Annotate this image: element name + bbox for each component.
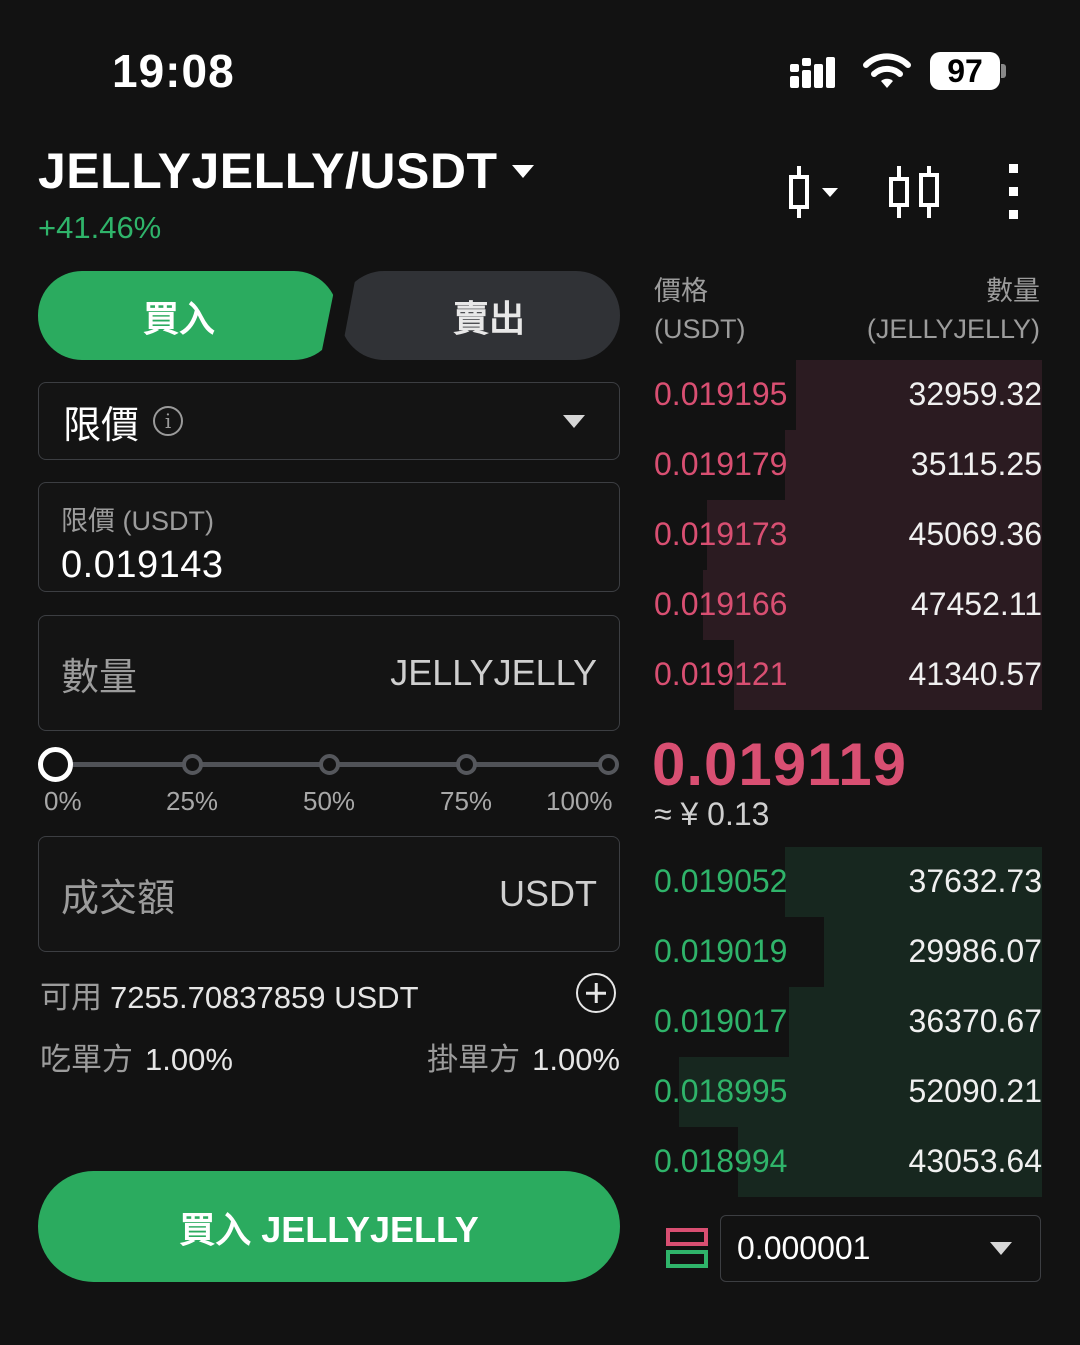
tab-buy[interactable]: 買入 [38, 271, 338, 360]
order-type-select[interactable]: 限價 i [38, 382, 620, 460]
bid-qty: 43053.64 [908, 1143, 1042, 1179]
ask-row[interactable]: 0.019121 41340.57 [652, 640, 1042, 710]
quantity-unit: JELLYJELLY [390, 652, 597, 693]
quantity-input[interactable]: 數量 JELLYJELLY [38, 615, 620, 731]
ask-row[interactable]: 0.019195 32959.32 [652, 360, 1042, 430]
available-value: 7255.70837859 USDT [110, 980, 419, 1015]
ask-price: 0.019195 [654, 376, 788, 412]
available-balance: 可用 7255.70837859 USDT [40, 972, 419, 1017]
order-type-label: 限價 [63, 404, 140, 447]
ask-row[interactable]: 0.019166 47452.11 [652, 570, 1042, 640]
bid-price: 0.018994 [654, 1143, 788, 1179]
battery-tip [1001, 64, 1006, 78]
tab-sell[interactable]: 賣出 [340, 271, 620, 360]
chevron-down-icon [990, 1242, 1012, 1255]
bid-qty: 52090.21 [908, 1073, 1042, 1109]
bid-qty: 29986.07 [908, 933, 1042, 969]
ask-row[interactable]: 0.019179 35115.25 [652, 430, 1042, 500]
amount-input[interactable]: 成交額 USDT [38, 836, 620, 952]
bid-row[interactable]: 0.019017 36370.67 [652, 987, 1042, 1057]
ask-qty: 35115.25 [910, 446, 1042, 482]
depth-view-icon[interactable] [666, 1228, 708, 1268]
taker-fee: 吃單方 1.00% [40, 1034, 233, 1079]
maker-fee-value: 1.00% [532, 1042, 620, 1077]
ask-price: 0.019173 [654, 516, 788, 552]
slider-label: 100% [546, 786, 613, 816]
bid-price: 0.019019 [654, 933, 788, 969]
precision-select[interactable]: 0.000001 [720, 1215, 1041, 1282]
ask-price: 0.019121 [654, 656, 788, 692]
bid-row[interactable]: 0.018995 52090.21 [652, 1057, 1042, 1127]
ask-price: 0.019166 [654, 586, 788, 622]
slider-handle[interactable] [38, 747, 73, 782]
bid-qty: 37632.73 [908, 863, 1042, 899]
slider-mark-50[interactable] [319, 754, 340, 775]
precision-value: 0.000001 [737, 1230, 871, 1266]
bid-price: 0.019052 [654, 863, 788, 899]
bid-qty: 36370.67 [908, 1003, 1042, 1039]
amount-unit: USDT [499, 873, 597, 914]
chevron-down-icon [563, 415, 585, 428]
slider-mark-75[interactable] [456, 754, 477, 775]
last-price-fiat: ≈ ¥ 0.13 [654, 796, 770, 832]
pair-selector[interactable]: JELLYJELLY/USDT [38, 142, 534, 200]
bid-price: 0.018995 [654, 1073, 788, 1109]
price-change: +41.46% [38, 210, 162, 245]
slider-mark-25[interactable] [182, 754, 203, 775]
maker-fee-label: 掛單方 [427, 1042, 521, 1077]
status-time: 19:08 [112, 45, 235, 97]
ask-row[interactable]: 0.019173 45069.36 [652, 500, 1042, 570]
taker-fee-value: 1.00% [145, 1042, 233, 1077]
qty-header-label: 數量 [986, 276, 1040, 306]
qty-header-unit: (JELLYJELLY) [866, 314, 1040, 344]
slider-mark-100[interactable] [598, 754, 619, 775]
taker-fee-label: 吃單方 [40, 1042, 133, 1077]
ask-qty: 47452.11 [910, 586, 1042, 622]
slider-label: 75% [440, 786, 493, 816]
bid-row[interactable]: 0.019052 37632.73 [652, 847, 1042, 917]
bid-price: 0.019017 [654, 1003, 788, 1039]
price-input[interactable]: 限價 (USDT) 0.019143 [38, 482, 620, 592]
info-icon[interactable]: i [153, 406, 184, 436]
last-price[interactable]: 0.019119 [652, 730, 907, 799]
slider-label: 50% [303, 786, 356, 816]
available-label: 可用 [40, 980, 102, 1015]
signal-icon [790, 57, 835, 88]
ask-qty: 45069.36 [908, 516, 1042, 552]
amount-placeholder: 成交額 [61, 877, 176, 920]
ask-qty: 32959.32 [908, 376, 1042, 412]
maker-fee: 掛單方 1.00% [427, 1034, 620, 1079]
ask-qty: 41340.57 [908, 656, 1042, 692]
bid-row[interactable]: 0.019019 29986.07 [652, 917, 1042, 987]
pair-name: JELLYJELLY/USDT [38, 143, 498, 199]
orderbook-qty-header: 數量 (JELLYJELLY) [867, 272, 1040, 348]
slider-label: 0% [44, 786, 82, 816]
battery-icon: 97 [930, 52, 1000, 90]
buy-submit-button[interactable]: 買入 JELLYJELLY [38, 1171, 620, 1282]
bid-row[interactable]: 0.018994 43053.64 [652, 1127, 1042, 1197]
price-input-label: 限價 (USDT) [61, 506, 214, 536]
price-header-unit: (USDT) [654, 314, 746, 344]
caret-down-icon [511, 164, 534, 178]
candlestick-chart-icon[interactable] [786, 160, 846, 224]
price-header-label: 價格 [654, 276, 708, 306]
price-input-value: 0.019143 [61, 544, 224, 586]
wifi-icon [863, 53, 911, 88]
compare-chart-icon[interactable] [884, 160, 944, 224]
more-vertical-icon[interactable] [984, 160, 1044, 224]
orderbook-price-header: 價格 (USDT) [654, 272, 745, 348]
plus-circle-icon[interactable] [576, 973, 616, 1013]
quantity-placeholder: 數量 [61, 656, 138, 699]
slider-label: 25% [166, 786, 219, 816]
ask-price: 0.019179 [654, 446, 788, 482]
